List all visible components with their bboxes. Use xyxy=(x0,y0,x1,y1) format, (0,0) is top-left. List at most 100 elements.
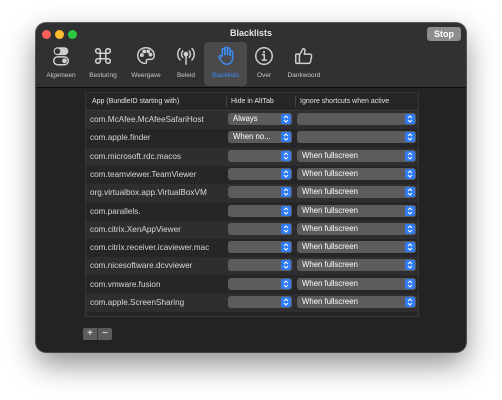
app-bundle-id[interactable]: org.virtualbox.app.VirtualBoxVM xyxy=(90,188,207,197)
hide-in-alttab-value: Always xyxy=(233,114,258,123)
chevron-updown-icon xyxy=(405,205,415,216)
chevron-updown-icon xyxy=(281,187,291,198)
add-button[interactable]: + xyxy=(83,328,97,340)
column-header-hide[interactable]: Hide in AltTab xyxy=(231,98,274,105)
thumbs-up-icon xyxy=(291,43,317,69)
blacklists-pane: App (BundleID starting with) Hide in Alt… xyxy=(36,88,466,352)
chevron-updown-icon xyxy=(405,150,415,161)
table-row[interactable]: org.virtualbox.app.VirtualBoxVM When full… xyxy=(86,184,418,203)
table-row[interactable]: com.microsoft.rdc.macos When fullscreen xyxy=(86,147,418,166)
chevron-updown-icon xyxy=(281,260,291,271)
antenna-icon xyxy=(173,43,199,69)
table-row[interactable]: com.parallels. When fullscreen xyxy=(86,203,418,221)
table-row[interactable]: com.McAfee.McAfeeSafariHost Always xyxy=(86,111,418,129)
stop-button[interactable]: Stop xyxy=(427,27,461,41)
app-bundle-id[interactable]: com.microsoft.rdc.macos xyxy=(90,152,181,161)
chevron-updown-icon xyxy=(405,297,415,307)
tab-over-label: Over xyxy=(256,72,272,79)
ignore-shortcuts-value: When fullscreen xyxy=(302,168,358,178)
tab-dankwoord-label: Dankwoord xyxy=(287,72,321,79)
tab-algemeen[interactable]: Algemeen xyxy=(41,42,81,86)
hide-in-alttab-popup[interactable] xyxy=(228,222,292,235)
hide-in-alttab-popup[interactable] xyxy=(228,186,292,199)
ignore-shortcuts-popup[interactable]: When fullscreen xyxy=(297,277,416,290)
hide-in-alttab-popup[interactable] xyxy=(228,149,292,162)
hide-in-alttab-popup[interactable] xyxy=(228,241,292,254)
table-row[interactable]: com.citrix.XenAppViewer When fullscreen xyxy=(86,220,418,239)
hide-in-alttab-popup[interactable] xyxy=(228,259,292,272)
ignore-shortcuts-value: When fullscreen xyxy=(302,260,358,270)
app-bundle-id[interactable]: com.parallels. xyxy=(90,207,141,216)
tab-blacklists-label: Blacklists xyxy=(211,72,240,79)
chevron-updown-icon xyxy=(405,187,415,198)
tab-weergave[interactable]: Weergave xyxy=(126,42,166,86)
column-header-ignore[interactable]: Ignore shortcuts when active xyxy=(300,98,389,105)
app-bundle-id[interactable]: com.citrix.XenAppViewer xyxy=(90,225,181,234)
ignore-shortcuts-popup[interactable]: When fullscreen xyxy=(297,296,416,308)
ignore-shortcuts-popup[interactable]: When fullscreen xyxy=(297,149,416,162)
titlebar: Blacklists Stop Algemeen Besturing Weerg… xyxy=(36,23,466,88)
tab-dankwoord[interactable]: Dankwoord xyxy=(281,42,327,86)
ignore-shortcuts-popup[interactable]: When fullscreen xyxy=(297,222,416,235)
ignore-shortcuts-value: When fullscreen xyxy=(302,150,358,160)
hide-in-alttab-popup[interactable] xyxy=(228,204,292,217)
hide-in-alttab-popup[interactable] xyxy=(228,167,292,180)
table-row[interactable]: com.nicesoftware.dcvviewer When fullscree… xyxy=(86,257,418,276)
ignore-shortcuts-popup[interactable] xyxy=(297,113,416,125)
toggles-icon xyxy=(48,43,74,69)
table-row[interactable]: com.teamviewer.TeamViewer When fullscreen xyxy=(86,166,418,184)
hide-in-alttab-popup[interactable] xyxy=(228,296,292,308)
table-row[interactable]: com.apple.ScreenSharing When fullscreen xyxy=(86,294,418,312)
ignore-shortcuts-popup[interactable]: When fullscreen xyxy=(297,259,416,272)
hide-in-alttab-value: When no... xyxy=(233,132,271,142)
app-bundle-id[interactable]: com.apple.ScreenSharing xyxy=(90,298,184,307)
chevron-updown-icon xyxy=(405,223,415,234)
column-header-app[interactable]: App (BundleID starting with) xyxy=(92,98,179,105)
chevron-updown-icon xyxy=(281,132,291,143)
ignore-shortcuts-value: When fullscreen xyxy=(302,223,358,233)
ignore-shortcuts-popup[interactable]: When fullscreen xyxy=(297,186,416,199)
tab-over[interactable]: Over xyxy=(250,42,278,86)
ignore-shortcuts-value: When fullscreen xyxy=(302,278,358,288)
chevron-updown-icon xyxy=(281,297,291,307)
table-row[interactable]: com.apple.finder When no... xyxy=(86,129,418,147)
app-bundle-id[interactable]: com.citrix.receiver.icaviewer.mac xyxy=(90,243,209,252)
chevron-updown-icon xyxy=(281,168,291,179)
chevron-updown-icon xyxy=(405,242,415,253)
hide-in-alttab-popup[interactable]: Always xyxy=(228,113,292,125)
chevron-updown-icon xyxy=(281,205,291,216)
tab-beleid[interactable]: Beleid xyxy=(169,42,203,86)
tab-besturing[interactable]: Besturing xyxy=(83,42,123,86)
preferences-window: Blacklists Stop Algemeen Besturing Weerg… xyxy=(36,23,466,352)
ignore-shortcuts-value: When fullscreen xyxy=(302,297,358,306)
chevron-updown-icon xyxy=(281,278,291,289)
tab-blacklists[interactable]: Blacklists xyxy=(204,42,247,86)
hide-in-alttab-popup[interactable] xyxy=(228,277,292,290)
chevron-updown-icon xyxy=(281,150,291,161)
remove-button[interactable]: − xyxy=(97,328,112,340)
chevron-updown-icon xyxy=(281,223,291,234)
chevron-updown-icon xyxy=(405,260,415,271)
tab-algemeen-label: Algemeen xyxy=(46,72,76,79)
app-bundle-id[interactable]: com.apple.finder xyxy=(90,133,151,142)
command-icon xyxy=(90,43,116,69)
chevron-updown-icon xyxy=(281,242,291,253)
ignore-shortcuts-value: When fullscreen xyxy=(302,187,358,197)
ignore-shortcuts-popup[interactable]: When fullscreen xyxy=(297,204,416,217)
chevron-updown-icon xyxy=(405,278,415,289)
app-bundle-id[interactable]: com.nicesoftware.dcvviewer xyxy=(90,261,192,270)
ignore-shortcuts-popup[interactable] xyxy=(297,131,416,144)
table-row[interactable]: com.citrix.receiver.icaviewer.mac When fu… xyxy=(86,239,418,257)
add-remove-buttons: + − xyxy=(83,328,112,340)
ignore-shortcuts-value: When fullscreen xyxy=(302,242,358,252)
column-divider xyxy=(295,96,296,107)
table-row[interactable]: com.vmware.fusion When fullscreen xyxy=(86,276,418,294)
ignore-shortcuts-popup[interactable]: When fullscreen xyxy=(297,241,416,254)
app-bundle-id[interactable]: com.teamviewer.TeamViewer xyxy=(90,170,196,179)
hide-in-alttab-popup[interactable]: When no... xyxy=(228,131,292,144)
window-title: Blacklists xyxy=(229,28,273,38)
chevron-updown-icon xyxy=(405,114,415,124)
app-bundle-id[interactable]: com.McAfee.McAfeeSafariHost xyxy=(90,115,204,124)
ignore-shortcuts-popup[interactable]: When fullscreen xyxy=(297,167,416,180)
app-bundle-id[interactable]: com.vmware.fusion xyxy=(90,280,161,289)
